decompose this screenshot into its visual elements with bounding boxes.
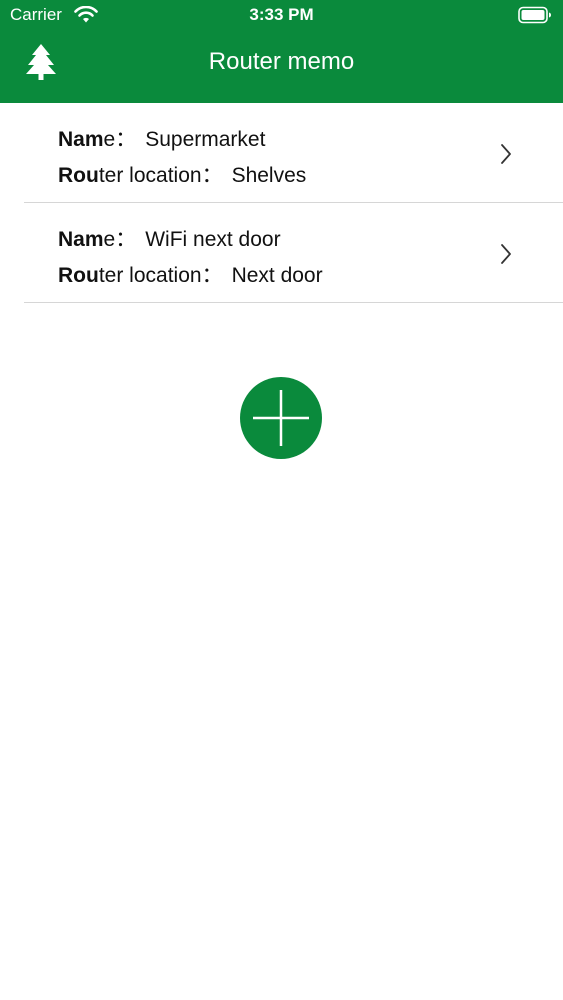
name-label-bold: Nam <box>58 128 104 151</box>
page-title: Router memo <box>208 48 355 75</box>
router-location-row: Router location： Next door <box>58 259 323 289</box>
name-label-bold: Nam <box>58 228 104 251</box>
name-label-rest: e <box>103 228 116 251</box>
router-name-value: Supermarket <box>145 128 266 151</box>
router-list-item[interactable]: Name： WiFi next door Router location： Next… <box>0 203 563 303</box>
location-label-rest: ter location <box>98 264 202 287</box>
router-name-row: Name： Supermarket <box>58 123 265 153</box>
divider <box>24 302 563 303</box>
router-list-item[interactable]: Name： Supermarket Router location： Shelves <box>0 103 563 203</box>
location-label-bold: Rou <box>58 164 99 187</box>
router-location-value: Next door <box>231 264 323 287</box>
location-separator: ： <box>201 164 223 187</box>
clock-time: 3:33 PM <box>249 5 314 24</box>
navigation-bar: Router memo <box>0 30 563 103</box>
status-bar: Carrier 3:33 PM <box>0 0 563 30</box>
name-separator: ： <box>115 128 137 151</box>
location-separator: ： <box>201 264 223 287</box>
router-location-row: Router location： Shelves <box>58 159 306 189</box>
chevron-right-icon <box>501 244 511 264</box>
header-background: Carrier 3:33 PM Router memo <box>0 0 563 103</box>
name-separator: ： <box>115 228 137 251</box>
location-label-bold: Rou <box>58 264 99 287</box>
router-memo-screen: Carrier 3:33 PM Router memo Name： Superm… <box>0 0 563 1000</box>
battery-icon <box>518 6 551 24</box>
router-name-value: WiFi next door <box>145 228 281 251</box>
router-name-row: Name： WiFi next door <box>58 223 281 253</box>
router-list: Name： Supermarket Router location： Shelves… <box>0 103 563 303</box>
add-router-button[interactable] <box>240 377 322 459</box>
plus-icon <box>253 390 309 446</box>
location-label-rest: ter location <box>98 164 202 187</box>
name-label-rest: e <box>103 128 116 151</box>
router-location-value: Shelves <box>231 164 307 187</box>
chevron-right-icon <box>501 144 511 164</box>
